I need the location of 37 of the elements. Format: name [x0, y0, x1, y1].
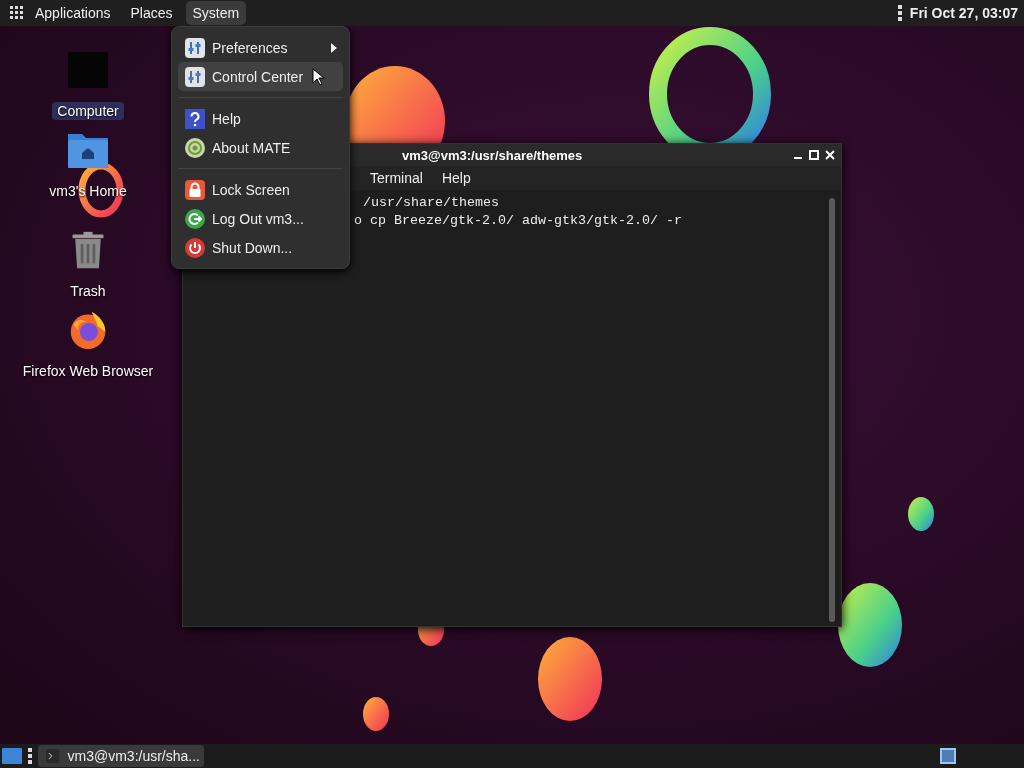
lock-icon	[184, 178, 206, 201]
clock[interactable]: Fri Oct 27, 03:07	[909, 5, 1018, 21]
terminal-line: o cp Breeze/gtk-2.0/ adw-gtk3/gtk-2.0/ -r	[354, 212, 682, 230]
menu-item[interactable]: Preferences	[178, 33, 343, 62]
mate-logo-icon	[184, 136, 206, 159]
panel-menu[interactable]: Places	[123, 1, 180, 25]
workspace-switcher-icon[interactable]	[940, 748, 956, 764]
menu-item[interactable]: Shut Down...	[178, 233, 343, 262]
menu-item[interactable]: Lock Screen	[178, 175, 343, 204]
taskbar-button[interactable]: vm3@vm3:/usr/sha...	[38, 745, 204, 767]
power-icon	[184, 236, 206, 259]
help-icon	[184, 107, 206, 130]
desktop-icon-label[interactable]: Computer	[52, 102, 124, 120]
menu-item[interactable]: Control Center	[178, 62, 343, 91]
apps-grid-icon[interactable]	[10, 6, 24, 20]
logout-icon	[184, 207, 206, 230]
menu-item[interactable]: Log Out vm3...	[178, 204, 343, 233]
menu-item[interactable]: Help	[441, 170, 471, 186]
monitor-icon	[66, 50, 110, 90]
panel-menu[interactable]: System	[185, 1, 247, 25]
menu-item[interactable]: Help	[178, 104, 343, 133]
desktop-icon-label[interactable]: Firefox Web Browser	[17, 362, 159, 380]
desktop-icon-label[interactable]: Trash	[65, 282, 111, 300]
panel-handle-icon[interactable]	[897, 5, 902, 21]
terminal-icon	[46, 749, 60, 763]
panel-menu[interactable]: Applications	[28, 1, 118, 25]
terminal-line: /usr/share/themes	[363, 194, 499, 212]
close-icon[interactable]	[825, 150, 835, 160]
window-title: vm3@vm3:/usr/share/themes	[402, 147, 583, 163]
scrollbar[interactable]	[829, 198, 835, 622]
cursor-icon	[312, 68, 324, 86]
menu-item[interactable]: About MATE	[178, 133, 343, 162]
sliders-icon	[184, 65, 206, 88]
maximize-icon[interactable]	[809, 150, 819, 160]
taskbar-handle-icon[interactable]	[28, 748, 32, 764]
menu-item[interactable]: Terminal	[370, 170, 423, 186]
sliders-icon	[184, 36, 206, 59]
